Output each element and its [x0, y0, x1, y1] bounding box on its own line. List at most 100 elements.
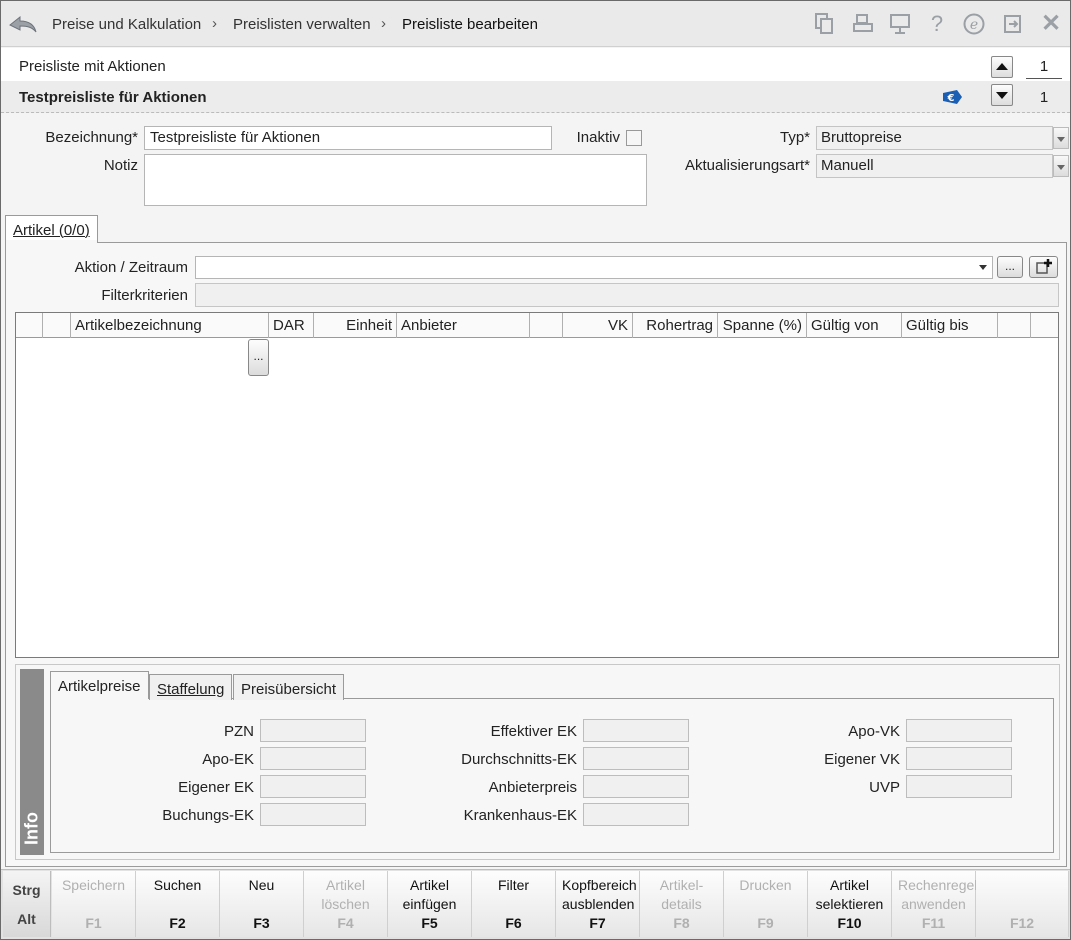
table-col-extra[interactable]: [530, 313, 563, 338]
fkey-f6-button[interactable]: Filter F6: [472, 871, 556, 937]
counter-top: 1: [1026, 58, 1062, 79]
table-col-tail1[interactable]: [998, 313, 1031, 338]
buchungs-ek-field: [260, 803, 366, 826]
fkey-f11-button[interactable]: Rechenregel anwenden F11: [892, 871, 977, 937]
table-col-anbieter[interactable]: Anbieter: [397, 313, 530, 338]
fkey-f10-button[interactable]: Artikel selektieren F10: [808, 871, 892, 937]
table-col-gueltig-bis[interactable]: Gültig bis: [902, 313, 998, 338]
bezeichnung-input[interactable]: Testpreisliste für Aktionen: [144, 126, 552, 150]
print-icon[interactable]: [852, 12, 874, 36]
fkey-f2-button[interactable]: Suchen F2: [136, 871, 220, 937]
fkey-shortcut: F7: [589, 915, 606, 931]
back-arrow-icon[interactable]: [8, 12, 38, 36]
e-icon[interactable]: e: [962, 12, 985, 36]
aktualisierungsart-select[interactable]: Manuell: [816, 154, 1053, 178]
info-tab-panel: [50, 698, 1054, 853]
add-new-icon: [1035, 259, 1052, 274]
effektiver-ek-field: [583, 719, 689, 742]
typ-select[interactable]: Bruttopreise: [816, 126, 1053, 150]
anbieterpreis-field: [583, 775, 689, 798]
table-col-rohertrag[interactable]: Rohertrag: [633, 313, 718, 338]
table-col-status[interactable]: [43, 313, 71, 338]
copy-icon[interactable]: [813, 12, 835, 36]
fkey-f9-button[interactable]: Drucken F9: [724, 871, 808, 937]
pzn-label: PZN: [224, 723, 254, 740]
fkey-shortcut: F6: [505, 915, 522, 931]
info-side-label: Info: [21, 812, 42, 845]
table-col-artikelbezeichnung[interactable]: Artikelbezeichnung: [71, 313, 269, 338]
durchschnitts-ek-label: Durchschnitts-EK: [461, 751, 577, 768]
tab-staffelung[interactable]: Staffelung: [149, 674, 233, 700]
table-col-gueltig-von[interactable]: Gültig von: [807, 313, 902, 338]
scroll-down-button[interactable]: [991, 84, 1013, 106]
apo-ek-label: Apo-EK: [202, 751, 254, 768]
aktualisierungsart-dropdown-icon[interactable]: [1053, 155, 1069, 177]
aktion-add-button[interactable]: [1029, 256, 1058, 278]
table-col-dar[interactable]: DAR: [269, 313, 314, 338]
uvp-label: UVP: [869, 779, 900, 796]
krankenhaus-ek-field: [583, 803, 689, 826]
tab-artikelpreise[interactable]: Artikelpreise: [50, 671, 149, 699]
pzn-field: [260, 719, 366, 742]
article-table[interactable]: [15, 312, 1059, 658]
uvp-field: [906, 775, 1012, 798]
fkey-f1-button[interactable]: Speichern F1: [52, 871, 136, 937]
eigener-vk-label: Eigener VK: [824, 751, 900, 768]
exit-icon[interactable]: [1002, 12, 1024, 36]
eigener-vk-field: [906, 747, 1012, 770]
modifier-strg[interactable]: Strg: [3, 882, 50, 898]
tab-artikel[interactable]: Artikel (0/0): [5, 215, 98, 243]
scroll-up-button[interactable]: [991, 56, 1013, 78]
aktion-dropdown-icon[interactable]: [979, 265, 987, 270]
typ-dropdown-icon[interactable]: [1053, 127, 1069, 149]
header-subtitle: Preisliste mit Aktionen: [19, 58, 166, 75]
help-icon[interactable]: ?: [926, 12, 948, 36]
tab-artikel-cover: [6, 240, 97, 244]
fkey-f8-button[interactable]: Artikel-details F8: [640, 871, 724, 937]
buchungs-ek-label: Buchungs-EK: [162, 807, 254, 824]
svg-text:e: e: [970, 17, 978, 33]
notiz-textarea[interactable]: [144, 154, 647, 206]
inaktiv-checkbox[interactable]: [626, 130, 642, 146]
aktion-browse-button[interactable]: ...: [997, 256, 1023, 278]
fkey-label: Kopfbereich ausblenden: [562, 877, 637, 912]
artikel-browse-button[interactable]: ...: [248, 339, 269, 376]
modifier-alt[interactable]: Alt: [3, 911, 50, 927]
anbieterpreis-label: Anbieterpreis: [488, 779, 577, 796]
table-col-einheit[interactable]: Einheit: [314, 313, 397, 338]
table-col-select[interactable]: [16, 313, 43, 338]
aktion-zeitraum-select[interactable]: [195, 256, 993, 279]
table-col-spanne[interactable]: Spanne (%): [718, 313, 807, 338]
aktion-zeitraum-label: Aktion / Zeitraum: [74, 259, 188, 276]
modifier-keys: Strg Alt: [3, 871, 51, 937]
fkey-label: Drucken: [739, 877, 792, 893]
breadcrumb-separator: ›: [212, 15, 217, 32]
fkey-shortcut: F12: [1009, 915, 1035, 931]
fkey-label: Speichern: [61, 877, 126, 893]
filterkriterien-field: [195, 283, 1059, 307]
fkey-f3-button[interactable]: Neu F3: [220, 871, 304, 937]
fkey-shortcut: F1: [85, 915, 102, 931]
eigener-ek-field: [260, 775, 366, 798]
arrow-down-icon: [996, 92, 1008, 99]
fkey-f5-button[interactable]: Artikel einfügen F5: [388, 871, 472, 937]
breadcrumb-item-preise[interactable]: Preise und Kalkulation: [52, 16, 201, 33]
tab-preisuebersicht[interactable]: Preisübersicht: [233, 674, 345, 700]
fkey-label: Artikel einfügen: [402, 877, 457, 912]
table-col-vk[interactable]: VK: [563, 313, 633, 338]
fkey-shortcut: F4: [337, 915, 354, 931]
fkey-shortcut: F3: [253, 915, 270, 931]
fkey-shortcut: F11: [921, 915, 946, 931]
fkey-f7-button[interactable]: Kopfbereich ausblenden F7: [556, 871, 640, 937]
fkey-shortcut: F10: [837, 915, 862, 931]
fkey-f12-button[interactable]: F12: [976, 871, 1069, 937]
fkey-f4-button[interactable]: Artikel löschen F4: [304, 871, 388, 937]
monitor-icon[interactable]: [889, 12, 911, 36]
svg-text:€: €: [947, 93, 955, 104]
close-icon[interactable]: ✕: [1040, 12, 1062, 36]
breadcrumb-item-preislisten[interactable]: Preislisten verwalten: [233, 16, 371, 33]
fkey-label: Artikel löschen: [321, 877, 370, 912]
table-col-tail2[interactable]: [1031, 313, 1058, 338]
euro-tag-icon: €: [941, 89, 963, 108]
arrow-up-icon: [996, 63, 1008, 70]
